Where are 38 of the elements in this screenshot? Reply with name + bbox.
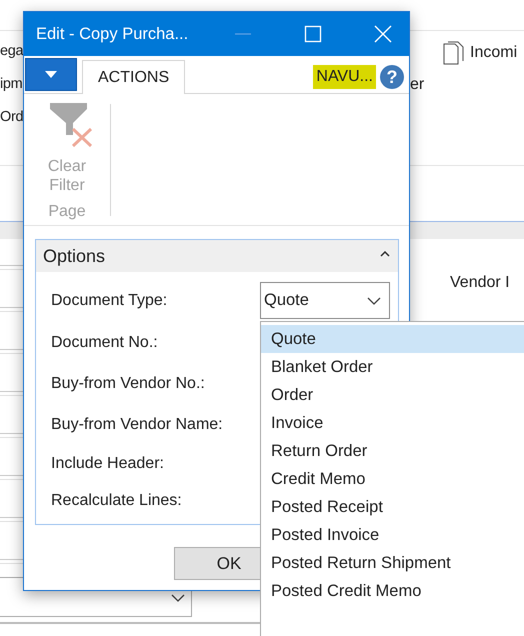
chevron-icon [367, 296, 381, 304]
field-label: Buy-from Vendor Name: [51, 416, 223, 434]
dropdown-option[interactable]: Invoice [261, 409, 524, 437]
ribbon-tab[interactable]: ACTIONS [82, 60, 186, 94]
document-type-select[interactable]: Quote [260, 282, 390, 319]
dropdown-option[interactable]: Return Order [261, 437, 524, 465]
dropdown-option[interactable]: Posted Credit Memo [261, 577, 524, 605]
dropdown-option[interactable]: Credit Memo [261, 465, 524, 493]
background-text: er [410, 76, 424, 94]
help-button[interactable]: ? [380, 64, 404, 88]
dropdown-option[interactable]: Blanket Order [261, 353, 524, 381]
background-text: Ord [0, 109, 24, 125]
menu-button[interactable] [25, 58, 77, 91]
document-icon[interactable] [443, 41, 465, 65]
dropdown-option[interactable]: Posted Receipt [261, 493, 524, 521]
highlighted-label: NAVU... [313, 64, 376, 88]
dropdown-option[interactable]: Order [261, 381, 524, 409]
window-title: Edit - Copy Purcha... [36, 24, 190, 44]
field-label: Include Header: [51, 454, 164, 472]
chevron-icon [171, 594, 185, 602]
maximize-icon[interactable] [304, 25, 322, 43]
field-label: Buy-from Vendor No.: [51, 374, 205, 392]
caret-icon[interactable] [380, 251, 390, 257]
clear-filter-icon [49, 102, 95, 148]
field-label: Document Type: [51, 292, 168, 310]
field-label: Recalculate Lines: [51, 492, 182, 510]
shortcut-link[interactable]: Incomi [470, 44, 518, 62]
close-icon[interactable] [374, 25, 392, 43]
panel-header[interactable]: Options [36, 240, 398, 272]
panel-title: Options [43, 246, 106, 266]
field-label: Document No.: [51, 334, 158, 352]
triangle-icon [45, 71, 57, 78]
background-text: ega [0, 43, 24, 59]
background-text: ipm [0, 76, 22, 92]
dropdown-option[interactable]: Posted Invoice [261, 521, 524, 549]
field-label: Vendor I [450, 274, 510, 292]
dropdown-option[interactable]: Quote [261, 325, 524, 353]
group-label: Page [48, 203, 86, 221]
